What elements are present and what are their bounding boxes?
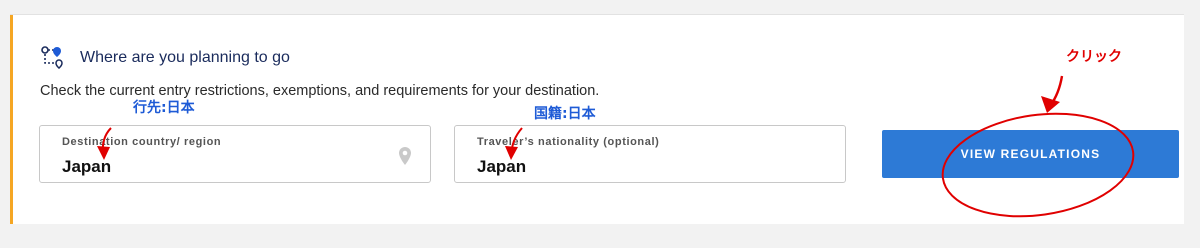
section-title: Where are you planning to go <box>80 49 290 66</box>
destination-field[interactable]: Destination country/ region Japan <box>39 125 431 183</box>
destination-card: Where are you planning to go Check the c… <box>10 14 1184 224</box>
destination-annotation: 行先:日本 <box>133 100 195 116</box>
click-annotation: クリック <box>1066 49 1122 65</box>
nationality-value[interactable]: Japan <box>477 157 526 177</box>
accent-bar <box>10 15 13 224</box>
location-pin-icon <box>399 147 411 165</box>
nationality-field[interactable]: Traveler’s nationality (optional) Japan <box>454 125 846 183</box>
nationality-label: Traveler’s nationality (optional) <box>477 136 660 148</box>
route-icon <box>41 46 63 69</box>
nationality-annotation: 国籍:日本 <box>534 106 596 122</box>
view-regulations-button[interactable]: VIEW REGULATIONS <box>882 130 1179 178</box>
section-description: Check the current entry restrictions, ex… <box>40 83 600 99</box>
destination-value[interactable]: Japan <box>62 157 111 177</box>
section-header: Where are you planning to go <box>40 45 290 71</box>
destination-label: Destination country/ region <box>62 136 222 148</box>
